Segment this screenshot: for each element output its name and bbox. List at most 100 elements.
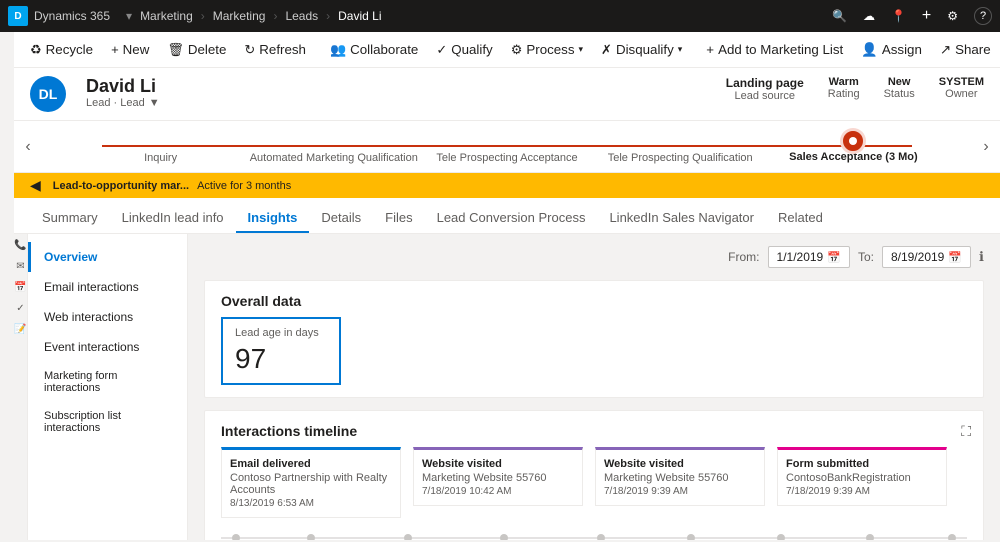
add-icon[interactable]: + (922, 7, 931, 25)
dot-9 (948, 534, 956, 540)
dot-8 (866, 534, 874, 540)
collaborate-icon: 👥 (330, 42, 346, 58)
tab-linkedin-sales-nav[interactable]: LinkedIn Sales Navigator (597, 202, 766, 233)
recycle-button[interactable]: ♻ Recycle (22, 38, 101, 62)
stage-icon-tpq (670, 130, 690, 150)
from-date-input[interactable]: 1/1/2019 📅 (768, 246, 850, 268)
timeline-top-items: Email delivered Contoso Partnership with… (221, 447, 967, 518)
overall-data-title: Overall data (221, 293, 967, 309)
refresh-button[interactable]: ↻ Refresh (236, 38, 314, 62)
entity-subtitle: Lead · Lead ▼ (86, 97, 160, 109)
sidebar-phone-icon[interactable]: 📞 (14, 240, 26, 251)
nav-item-overview[interactable]: Overview (28, 242, 187, 272)
entity-header: DL David Li Lead · Lead ▼ Landing page L… (14, 68, 1000, 121)
meta-landing-page: Landing page Lead source (726, 76, 804, 102)
dot-5 (597, 534, 605, 540)
tab-related[interactable]: Related (766, 202, 835, 233)
date-info-icon: ℹ (979, 249, 984, 265)
alert-subtext: Active for 3 months (197, 180, 291, 192)
new-button[interactable]: + New (103, 38, 157, 61)
dot-6 (687, 534, 695, 540)
process-bar: ‹ Inquiry Automated Marketing Qualific (14, 121, 1000, 173)
assign-button[interactable]: 👤 Assign (853, 38, 930, 62)
nav-item-web[interactable]: Web interactions (28, 302, 187, 332)
nav-item-marketing-form[interactable]: Marketing form interactions (28, 362, 187, 402)
process-nav-left[interactable]: ‹ (14, 121, 42, 173)
sidebar-note-icon[interactable]: 📝 (14, 324, 26, 335)
process-nav-right[interactable]: › (972, 121, 1000, 173)
process-button[interactable]: ⚙ Process ▾ (503, 38, 591, 62)
sidebar-task-icon[interactable]: ✓ (16, 303, 24, 314)
share-button[interactable]: ↗ Share (932, 38, 999, 62)
recycle-icon: ♻ (30, 42, 42, 58)
disqualify-button[interactable]: ✗ Disqualify ▾ (593, 38, 690, 62)
tab-insights[interactable]: Insights (236, 202, 310, 233)
to-calendar-icon[interactable]: 📅 (948, 251, 962, 264)
nav-item-event[interactable]: Event interactions (28, 332, 187, 362)
avatar: DL (30, 76, 66, 112)
overall-data-content: Lead age in days 97 (221, 317, 967, 385)
breadcrumb-leads[interactable]: Leads (285, 9, 318, 23)
nav-item-subscription[interactable]: Subscription list interactions (28, 402, 187, 442)
from-label: From: (728, 250, 759, 264)
disqualify-dropdown-icon: ▾ (678, 44, 683, 55)
lead-dropdown-icon[interactable]: ▼ (149, 97, 160, 109)
qualify-icon: ✓ (436, 42, 447, 58)
d365-logo: D (8, 6, 28, 26)
metric-value: 97 (235, 343, 327, 375)
timeline-item-website-visited-1: Website visited Marketing Website 55760 … (413, 447, 583, 518)
tab-details[interactable]: Details (309, 202, 373, 233)
date-range-bar: From: 1/1/2019 📅 To: 8/19/2019 📅 ℹ (204, 246, 984, 268)
timeline-line (221, 526, 967, 540)
meta-rating: Warm Rating (828, 76, 860, 100)
refresh-icon: ↻ (244, 42, 255, 58)
app-label: Marketing (140, 9, 193, 23)
search-icon[interactable]: 🔍 (832, 9, 847, 23)
breadcrumb-marketing[interactable]: Marketing (213, 9, 266, 23)
top-nav: D Dynamics 365 ▾ Marketing › Marketing ›… (0, 0, 1000, 32)
entity-meta: Landing page Lead source Warm Rating New… (726, 76, 984, 102)
sidebar-calendar-icon[interactable]: 📅 (14, 282, 26, 293)
meta-status: New Status (884, 76, 915, 100)
settings-icon[interactable]: ⚙ (947, 9, 958, 23)
location-icon[interactable]: 📍 (891, 9, 906, 23)
to-date-input[interactable]: 8/19/2019 📅 (882, 246, 971, 268)
command-bar: ♻ Recycle + New 🗑 Delete ↻ Refresh 👥 Col… (14, 32, 1000, 68)
add-list-icon: + (706, 42, 714, 57)
alert-bar: ◀ Lead-to-opportunity mar... Active for … (14, 173, 1000, 198)
stage-label-tpq: Tele Prospecting Qualification (608, 152, 753, 164)
alert-icon: ◀ (30, 177, 41, 194)
dot-2 (307, 534, 315, 540)
main-content: From: 1/1/2019 📅 To: 8/19/2019 📅 ℹ Overa… (188, 234, 1000, 540)
stage-label-inquiry: Inquiry (144, 152, 177, 164)
entity-name: David Li (86, 76, 160, 97)
timeline-item-email-delivered: Email delivered Contoso Partnership with… (221, 447, 401, 518)
delete-button[interactable]: 🗑 Delete (159, 38, 234, 62)
tab-linkedin-lead-info[interactable]: LinkedIn lead info (110, 202, 236, 233)
sidebar-email-icon[interactable]: ✉ (16, 261, 24, 272)
stage-label-tpa: Tele Prospecting Acceptance (436, 152, 577, 164)
collaborate-button[interactable]: 👥 Collaborate (322, 38, 426, 62)
disqualify-icon: ✗ (601, 42, 612, 58)
main-area: 📞 ✉ 📅 ✓ 📝 Overview Email interactions We… (14, 234, 1000, 540)
qualify-button[interactable]: ✓ Qualify (428, 38, 500, 62)
tab-summary[interactable]: Summary (30, 202, 110, 233)
metric-label: Lead age in days (235, 327, 327, 339)
tab-lead-conversion[interactable]: Lead Conversion Process (425, 202, 598, 233)
overall-data-card: Overall data Lead age in days 97 (204, 280, 984, 398)
add-to-list-button[interactable]: + Add to Marketing List (698, 38, 851, 61)
help-icon[interactable]: ? (974, 7, 992, 25)
entity-name-block: David Li Lead · Lead ▼ (86, 76, 160, 109)
from-calendar-icon[interactable]: 📅 (827, 251, 841, 264)
timeline-expand-button[interactable]: ⛶ (961, 423, 971, 440)
far-left-sidebar: 📞 ✉ 📅 ✓ 📝 (14, 234, 28, 540)
brand-area: D Dynamics 365 (8, 6, 110, 26)
tabs-bar: Summary LinkedIn lead info Insights Deta… (14, 198, 1000, 234)
timeline-item-form-submitted-1: Form submitted ContosoBankRegistration 7… (777, 447, 947, 518)
entity-title-block: DL David Li Lead · Lead ▼ (30, 76, 160, 112)
page-container: ♻ Recycle + New 🗑 Delete ↻ Refresh 👥 Col… (14, 32, 1000, 540)
cloud-icon[interactable]: ☁ (863, 9, 875, 23)
nav-item-email[interactable]: Email interactions (28, 272, 187, 302)
tab-files[interactable]: Files (373, 202, 424, 233)
stage-icon-sa (843, 131, 863, 151)
